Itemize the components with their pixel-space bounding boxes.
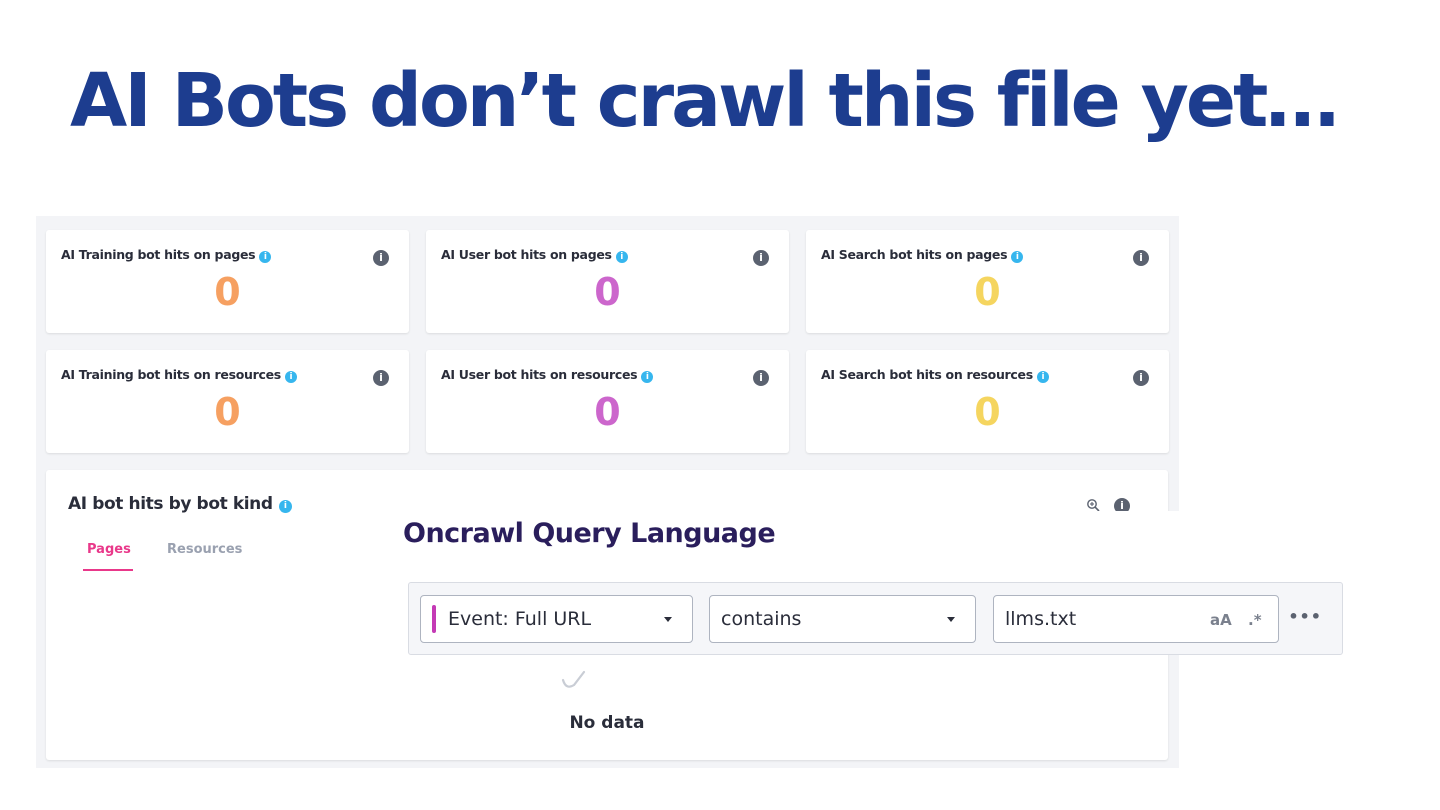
card-search-pages: AI Search bot hits on pages i i 0 xyxy=(806,230,1169,333)
card-search-resources: AI Search bot hits on resources i i 0 xyxy=(806,350,1169,453)
no-data-label: No data xyxy=(569,713,645,733)
info-icon[interactable]: i xyxy=(753,250,769,266)
headline: AI Bots don’t crawl this file yet… xyxy=(70,58,1339,144)
info-icon[interactable]: i xyxy=(753,370,769,386)
regex-toggle[interactable]: .* xyxy=(1248,611,1262,629)
info-icon[interactable]: i xyxy=(1133,250,1149,266)
card-title: AI User bot hits on pages xyxy=(441,247,612,262)
value-input[interactable]: llms.txt aA .* xyxy=(993,595,1279,643)
field-color-marker xyxy=(432,605,436,633)
card-title: AI Search bot hits on resources xyxy=(821,367,1033,382)
field-select-label: Event: Full URL xyxy=(448,608,592,630)
info-icon[interactable]: i xyxy=(373,370,389,386)
value-input-text: llms.txt xyxy=(1005,608,1077,630)
zoom-in-icon[interactable] xyxy=(1086,498,1100,512)
metric-value: 0 xyxy=(594,390,621,434)
tab-active-indicator xyxy=(83,569,133,571)
more-options-button[interactable]: ••• xyxy=(1288,607,1322,626)
card-training-resources: AI Training bot hits on resources i i 0 xyxy=(46,350,409,453)
info-icon[interactable]: i xyxy=(284,371,297,383)
operator-select[interactable]: contains xyxy=(709,595,976,643)
card-title: AI User bot hits on resources xyxy=(441,367,638,382)
card-title: AI Search bot hits on pages xyxy=(821,247,1008,262)
info-icon[interactable]: i xyxy=(641,371,654,383)
card-user-pages: AI User bot hits on pages i i 0 xyxy=(426,230,789,333)
card-training-pages: AI Training bot hits on pages i i 0 xyxy=(46,230,409,333)
metric-value: 0 xyxy=(214,270,241,314)
info-icon[interactable]: i xyxy=(259,251,272,263)
info-icon[interactable]: i xyxy=(373,250,389,266)
info-icon[interactable]: i xyxy=(1011,251,1024,263)
card-title: AI Training bot hits on resources xyxy=(61,367,281,382)
oql-title: Oncrawl Query Language xyxy=(403,518,776,549)
info-icon[interactable]: i xyxy=(615,251,628,263)
chevron-down-icon xyxy=(947,617,955,622)
info-icon[interactable]: i xyxy=(278,500,292,513)
field-select[interactable]: Event: Full URL xyxy=(420,595,693,643)
info-icon[interactable]: i xyxy=(1133,370,1149,386)
chevron-down-icon xyxy=(664,617,672,622)
operator-select-label: contains xyxy=(721,608,802,630)
metric-value: 0 xyxy=(974,390,1001,434)
card-user-resources: AI User bot hits on resources i i 0 xyxy=(426,350,789,453)
metric-value: 0 xyxy=(214,390,241,434)
tab-pages[interactable]: Pages xyxy=(87,542,131,557)
metric-value: 0 xyxy=(594,270,621,314)
panel-title: AI bot hits by bot kind xyxy=(68,494,273,514)
no-data-icon xyxy=(561,670,586,688)
tab-resources[interactable]: Resources xyxy=(167,542,242,557)
card-title: AI Training bot hits on pages xyxy=(61,247,256,262)
oql-filter-bar: Event: Full URL contains llms.txt aA .* … xyxy=(408,582,1343,655)
info-icon[interactable]: i xyxy=(1036,371,1049,383)
case-sensitive-toggle[interactable]: aA xyxy=(1210,611,1232,629)
metric-value: 0 xyxy=(974,270,1001,314)
